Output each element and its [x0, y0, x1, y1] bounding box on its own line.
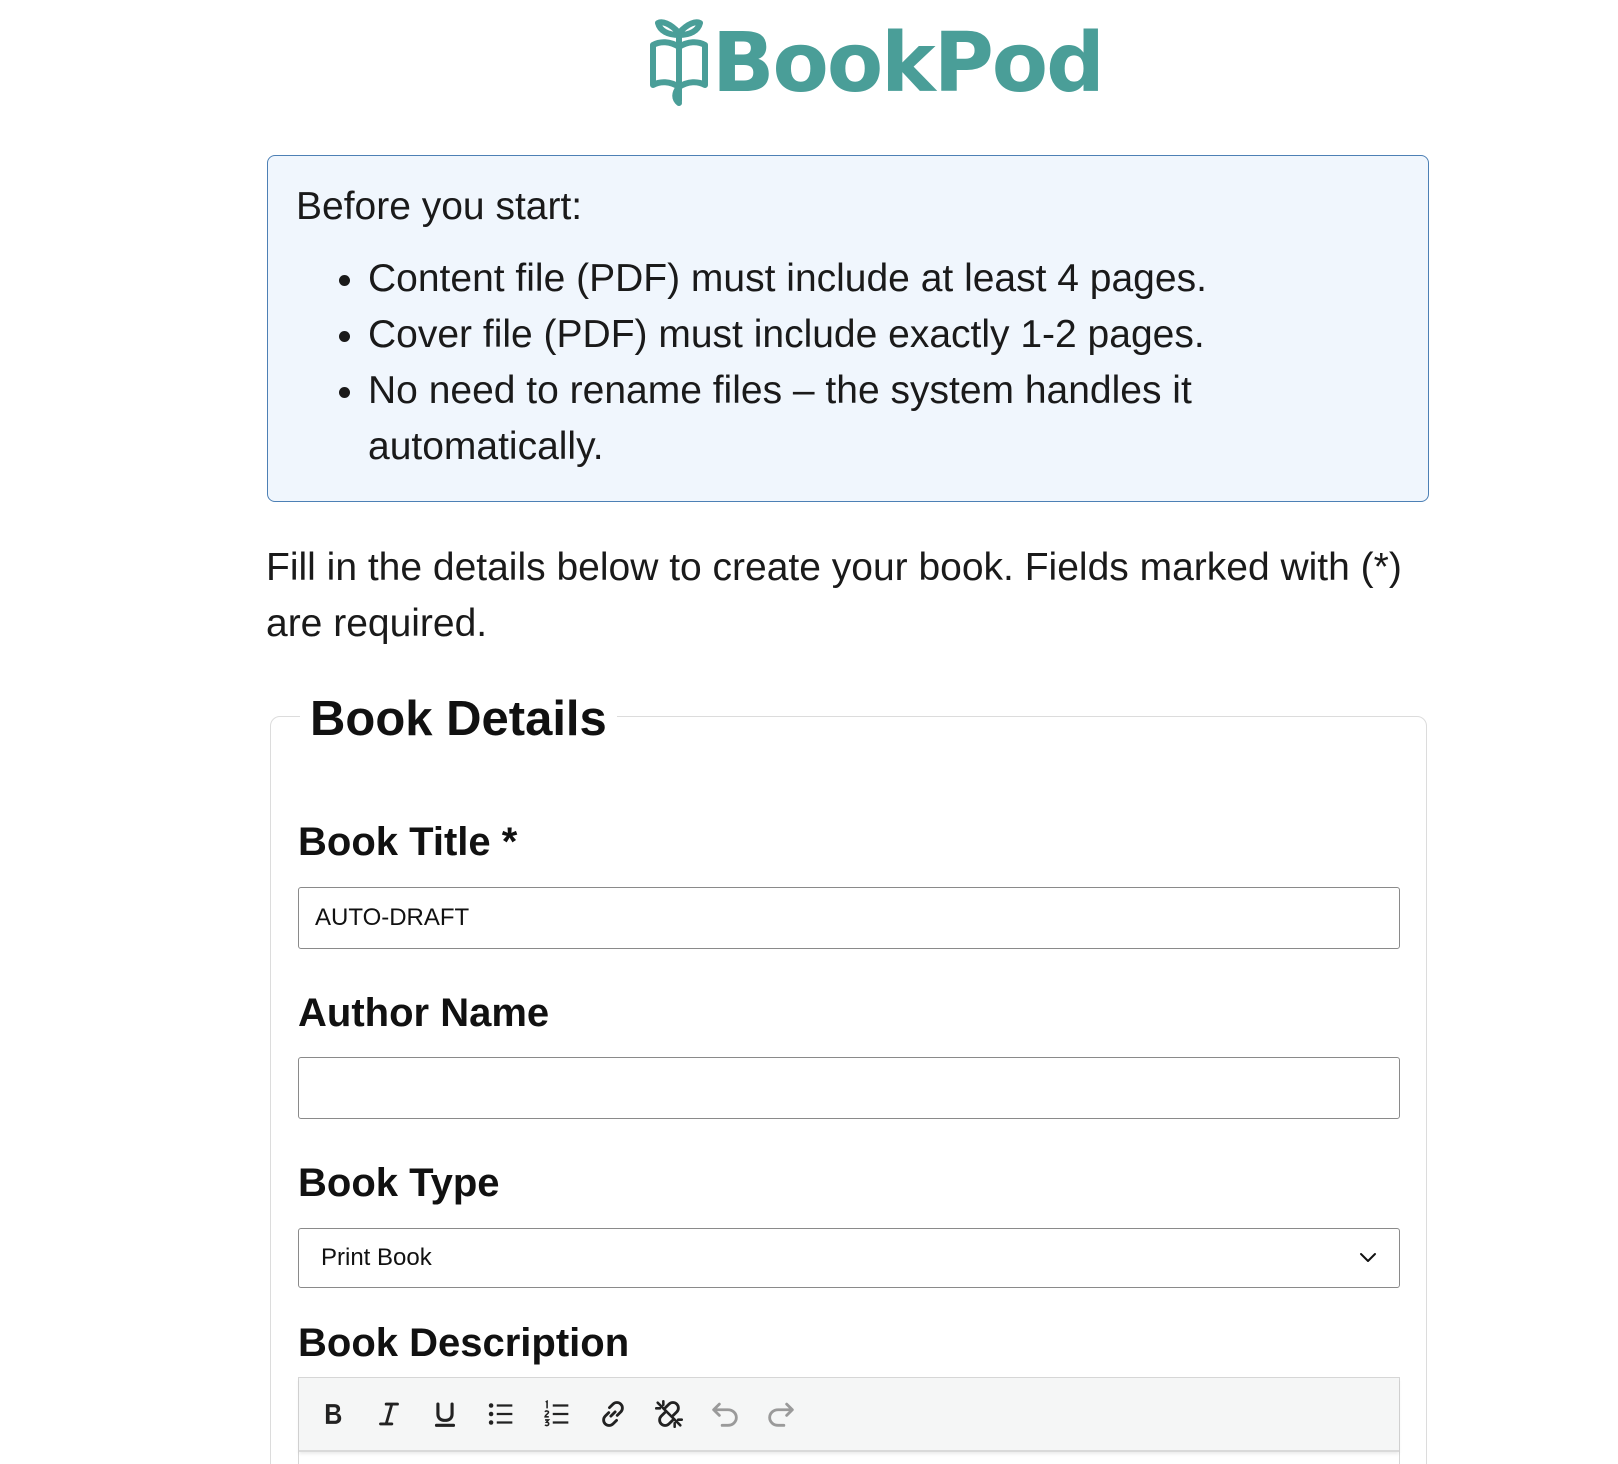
book-type-select[interactable]: Print Book [298, 1228, 1400, 1288]
link-icon [602, 1401, 624, 1427]
underline-icon [434, 1402, 456, 1427]
before-you-start-notice: Before you start: Content file (PDF) mus… [267, 155, 1429, 502]
book-title-input[interactable] [298, 887, 1400, 949]
bookpod-logo[interactable]: BookPod [648, 12, 1105, 111]
book-description-editor[interactable] [298, 1377, 1400, 1464]
unlink-icon [654, 1399, 684, 1429]
redo-icon [768, 1402, 794, 1427]
book-type-selected-value: Print Book [321, 1244, 432, 1271]
book-title-label: Book Title * [298, 820, 518, 864]
book-type-label: Book Type [298, 1161, 500, 1205]
chevron-down-icon [1360, 1253, 1376, 1262]
numbered-list-button[interactable] [539, 1394, 575, 1434]
remove-link-button[interactable] [651, 1394, 687, 1434]
notice-list: Content file (PDF) must include at least… [296, 251, 1400, 475]
bullet-list-icon [488, 1403, 513, 1425]
author-name-label: Author Name [298, 991, 550, 1035]
underline-button[interactable] [427, 1394, 463, 1434]
notice-item: Cover file (PDF) must include exactly 1-… [368, 307, 1400, 363]
italic-button[interactable] [371, 1394, 407, 1434]
undo-button[interactable] [707, 1394, 743, 1434]
page: BookPod Before you start: Content file (… [0, 0, 1618, 1464]
bullet-list-button[interactable] [483, 1394, 519, 1434]
notice-title: Before you start: [296, 185, 583, 228]
italic-icon [379, 1402, 399, 1426]
undo-icon [712, 1402, 738, 1427]
author-name-input[interactable] [298, 1057, 1400, 1119]
notice-item: No need to rename files – the system han… [368, 363, 1400, 475]
intro-text: Fill in the details below to create your… [266, 546, 1402, 645]
book-description-label: Book Description [298, 1321, 630, 1365]
bold-icon [325, 1404, 342, 1424]
book-details-legend: Book Details [300, 686, 617, 752]
book-sprout-icon [650, 19, 708, 106]
brand-name: BookPod [712, 16, 1105, 111]
redo-button[interactable] [763, 1394, 799, 1434]
insert-link-button[interactable] [595, 1394, 631, 1434]
bold-button[interactable] [315, 1394, 351, 1434]
editor-toolbar [299, 1378, 1399, 1452]
notice-item: Content file (PDF) must include at least… [368, 251, 1400, 307]
numbered-list-icon [544, 1399, 569, 1427]
